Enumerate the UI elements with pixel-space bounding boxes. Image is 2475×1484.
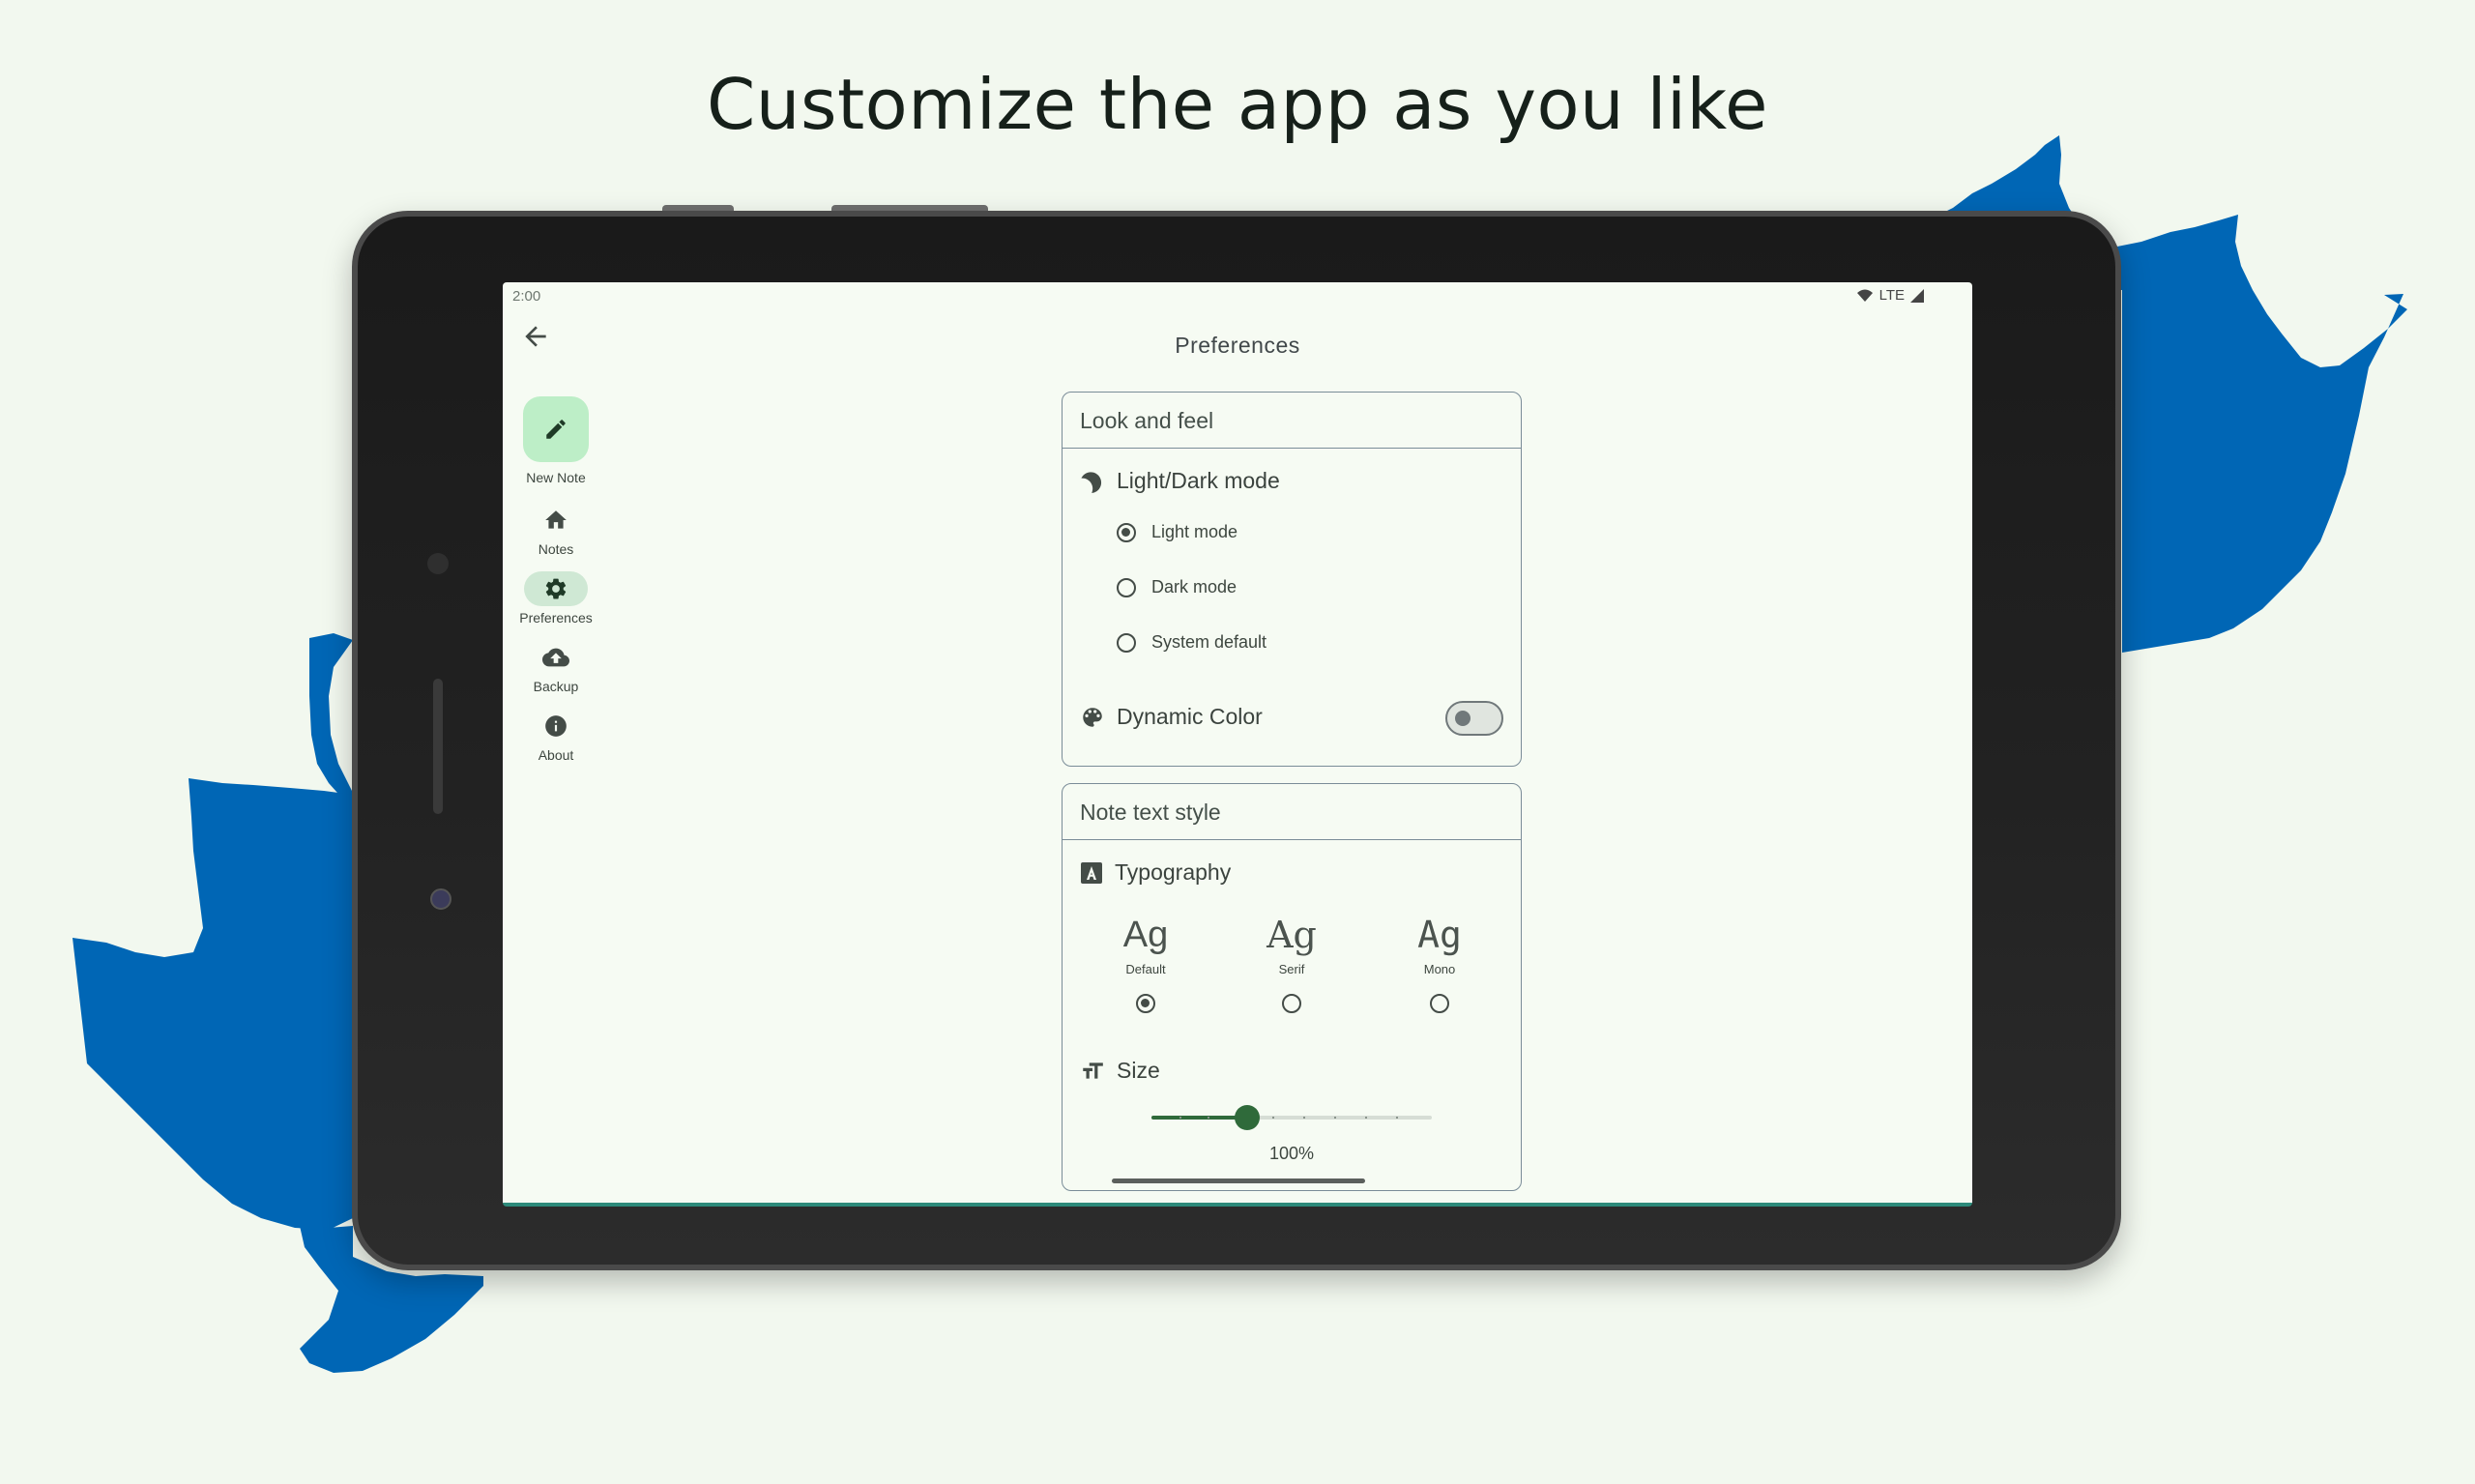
size-row: Size bbox=[1080, 1058, 1160, 1084]
light-dark-mode-title: Light/Dark mode bbox=[1117, 468, 1280, 493]
slider-tick bbox=[1303, 1117, 1305, 1119]
dark-mode-radio[interactable] bbox=[1117, 577, 1136, 597]
slider-tick bbox=[1179, 1117, 1181, 1119]
new-note-button[interactable]: New Note bbox=[503, 396, 609, 485]
font-icon bbox=[1081, 861, 1102, 884]
gesture-bar[interactable] bbox=[1112, 1178, 1365, 1183]
home-icon bbox=[545, 510, 567, 529]
size-value: 100% bbox=[1268, 1144, 1315, 1163]
font-sample-serif: Ag bbox=[1267, 914, 1317, 956]
nav-about-label: About bbox=[538, 747, 574, 763]
status-icons: LTE bbox=[1856, 287, 1924, 304]
slider-fill bbox=[1151, 1116, 1247, 1120]
nav-item-backup[interactable]: Backup bbox=[503, 640, 609, 694]
font-option-mono[interactable]: Ag Mono bbox=[1391, 914, 1488, 1013]
dynamic-color-row: Dynamic Color bbox=[1080, 704, 1263, 730]
palette-icon bbox=[1083, 707, 1102, 727]
nav-preferences-pill[interactable] bbox=[524, 571, 588, 606]
new-note-label: New Note bbox=[526, 470, 586, 485]
font-name-default: Default bbox=[1125, 962, 1166, 976]
leaf-right-main bbox=[2117, 215, 2407, 653]
size-slider[interactable] bbox=[1151, 1105, 1432, 1130]
light-mode-radio[interactable] bbox=[1117, 522, 1136, 542]
note-text-style-header: Note text style bbox=[1063, 784, 1521, 840]
dynamic-color-toggle[interactable] bbox=[1445, 701, 1503, 736]
pencil-icon bbox=[546, 420, 566, 439]
nav-backup-label: Backup bbox=[533, 679, 579, 694]
slider-tick bbox=[1272, 1117, 1274, 1119]
font-serif-radio[interactable] bbox=[1282, 994, 1301, 1013]
typography-row: Typography bbox=[1080, 859, 1231, 886]
info-icon bbox=[545, 715, 567, 737]
nav-backup-pill[interactable] bbox=[524, 640, 588, 675]
camera-icon bbox=[430, 888, 451, 910]
app-screen: 2:00 LTE Preferences New Note Notes Pref… bbox=[503, 282, 1972, 1207]
look-and-feel-card: Look and feel Light/Dark mode Light mode… bbox=[1062, 392, 1522, 767]
speaker-slot bbox=[433, 679, 443, 814]
font-name-serif: Serif bbox=[1278, 962, 1305, 976]
text-size-icon bbox=[1083, 1062, 1103, 1079]
leaf-left-main bbox=[73, 778, 353, 1230]
size-title: Size bbox=[1117, 1058, 1160, 1083]
dark-mode-icon bbox=[1081, 471, 1102, 493]
toggle-knob bbox=[1455, 711, 1470, 726]
note-text-style-card: Note text style Typography Ag Default Ag… bbox=[1062, 783, 1522, 1191]
sensor-dot bbox=[427, 553, 449, 574]
option-dark-mode[interactable]: Dark mode bbox=[1117, 577, 1237, 597]
fab[interactable] bbox=[523, 396, 589, 462]
status-time: 2:00 bbox=[512, 288, 541, 305]
gear-icon bbox=[545, 578, 567, 599]
light-dark-mode-row: Light/Dark mode bbox=[1080, 468, 1280, 494]
nav-notes-pill[interactable] bbox=[524, 503, 588, 538]
nav-preferences-label: Preferences bbox=[519, 610, 593, 626]
signal-icon bbox=[1910, 288, 1924, 303]
slider-tick bbox=[1396, 1117, 1398, 1119]
font-sample-default: Ag bbox=[1122, 915, 1169, 955]
font-default-radio[interactable] bbox=[1136, 994, 1155, 1013]
dark-mode-label: Dark mode bbox=[1151, 577, 1238, 597]
typography-title: Typography bbox=[1115, 859, 1232, 885]
light-mode-label: Light mode bbox=[1151, 522, 1238, 541]
slider-tick bbox=[1334, 1117, 1336, 1119]
font-option-serif[interactable]: Ag Serif bbox=[1243, 914, 1340, 1013]
nav-notes-label: Notes bbox=[538, 541, 574, 557]
system-default-radio[interactable] bbox=[1117, 632, 1136, 653]
look-and-feel-header: Look and feel bbox=[1063, 393, 1521, 449]
wifi-icon bbox=[1856, 289, 1873, 302]
dynamic-color-label: Dynamic Color bbox=[1117, 704, 1263, 729]
system-default-label: System default bbox=[1151, 632, 1267, 652]
nav-item-notes[interactable]: Notes bbox=[503, 503, 609, 557]
network-label: LTE bbox=[1878, 287, 1905, 304]
font-mono-radio[interactable] bbox=[1430, 994, 1449, 1013]
nav-item-about[interactable]: About bbox=[503, 709, 609, 763]
app-bar-title: Preferences bbox=[1175, 333, 1300, 358]
nav-about-pill[interactable] bbox=[524, 709, 588, 743]
slider-thumb[interactable] bbox=[1234, 1105, 1260, 1130]
font-option-default[interactable]: Ag Default bbox=[1097, 914, 1194, 1013]
option-light-mode[interactable]: Light mode bbox=[1117, 522, 1238, 542]
font-name-mono: Mono bbox=[1423, 962, 1456, 976]
slider-tick bbox=[1365, 1117, 1367, 1119]
font-sample-mono: Ag bbox=[1417, 914, 1462, 956]
slider-tick bbox=[1208, 1117, 1209, 1119]
cloud-upload-icon bbox=[542, 648, 569, 667]
option-system-default[interactable]: System default bbox=[1117, 632, 1267, 653]
nav-item-preferences[interactable]: Preferences bbox=[503, 571, 609, 626]
leaf-left-upper bbox=[309, 633, 358, 802]
